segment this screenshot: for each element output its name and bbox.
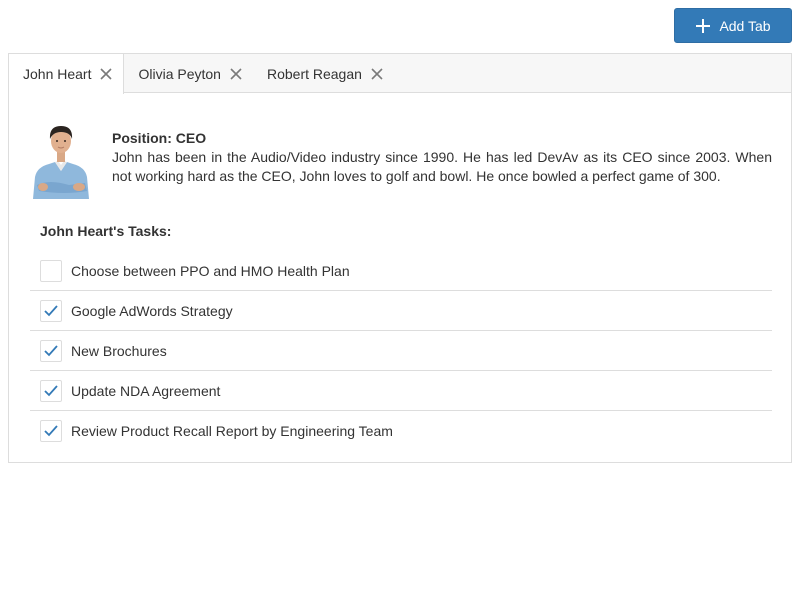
tab-label: John Heart xyxy=(23,66,92,82)
check-icon xyxy=(44,425,58,437)
close-icon[interactable] xyxy=(229,67,243,81)
close-icon[interactable] xyxy=(99,67,113,81)
task-item[interactable]: New Brochures xyxy=(30,331,772,371)
tab-john-heart[interactable]: John Heart xyxy=(9,54,125,94)
task-label: Google AdWords Strategy xyxy=(71,302,233,319)
employee-bio: Position: CEO John has been in the Audio… xyxy=(112,129,772,186)
task-label: Choose between PPO and HMO Health Plan xyxy=(71,262,350,279)
task-checkbox[interactable] xyxy=(40,299,62,322)
task-checkbox[interactable] xyxy=(40,420,62,442)
check-icon xyxy=(44,384,58,396)
check-icon xyxy=(44,344,58,356)
add-tab-button[interactable]: Add Tab xyxy=(674,8,792,43)
tab-bar: John Heart Olivia Peyton Robert Reagan xyxy=(9,54,791,94)
task-list: Choose between PPO and HMO Health Plan G… xyxy=(30,251,772,451)
task-label: New Brochures xyxy=(71,342,167,359)
task-item[interactable]: Google AdWords Strategy xyxy=(30,291,772,331)
task-label: Update NDA Agreement xyxy=(71,382,221,399)
task-checkbox[interactable] xyxy=(40,379,62,402)
task-label: Review Product Recall Report by Engineer… xyxy=(71,423,393,439)
tab-robert-reagan[interactable]: Robert Reagan xyxy=(253,54,394,93)
tab-label: Olivia Peyton xyxy=(138,65,221,82)
plus-icon xyxy=(696,18,711,33)
tab-olivia-peyton[interactable]: Olivia Peyton xyxy=(124,54,252,93)
task-checkbox[interactable] xyxy=(40,339,62,362)
task-item[interactable]: Update NDA Agreement xyxy=(30,371,772,411)
close-icon[interactable] xyxy=(370,67,384,81)
avatar xyxy=(33,126,89,199)
add-tab-label: Add Tab xyxy=(719,17,771,34)
tab-panel: John Heart Olivia Peyton Robert Reagan P… xyxy=(8,53,792,463)
tab-label: Robert Reagan xyxy=(266,65,362,82)
tasks-heading: John Heart's Tasks: xyxy=(40,223,172,239)
check-icon xyxy=(44,304,58,316)
task-item[interactable]: Choose between PPO and HMO Health Plan xyxy=(30,251,772,291)
task-checkbox[interactable] xyxy=(40,259,62,282)
task-item[interactable]: Review Product Recall Report by Engineer… xyxy=(30,411,772,451)
position-line: Position: CEO xyxy=(112,130,207,146)
bio-text: John has been in the Audio/Video industr… xyxy=(112,149,772,184)
tab-content: Position: CEO John has been in the Audio… xyxy=(9,94,791,462)
